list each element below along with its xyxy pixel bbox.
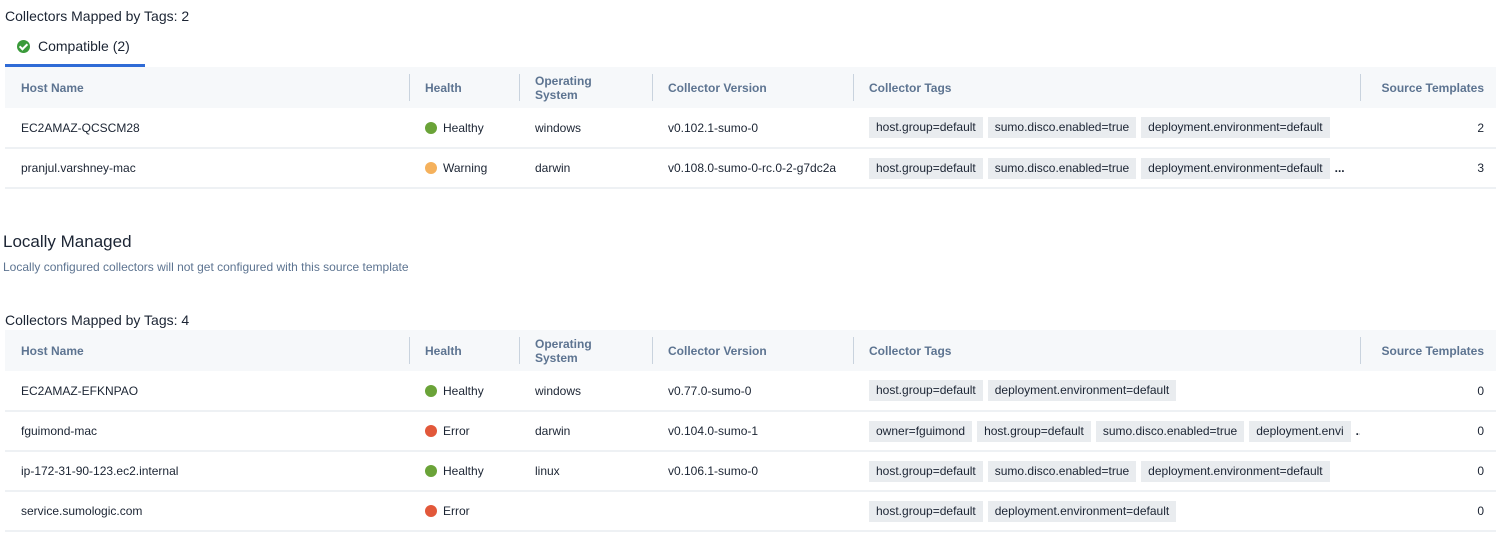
column-header-health[interactable]: Health (409, 67, 519, 108)
collector-version-cell: v0.104.0-sumo-1 (668, 424, 759, 438)
column-header-operating-system[interactable]: Operating System (519, 330, 652, 371)
collector-tag: host.group=default (869, 380, 983, 401)
health-status-dot-icon (425, 162, 437, 174)
table-row[interactable]: EC2AMAZ-QCSCM28 Healthy windows v0.102.1-su… (5, 108, 1496, 148)
health-cell: Healthy (409, 108, 519, 148)
column-header-source-templates[interactable]: Source Templates (1360, 67, 1496, 108)
health-status-dot-icon (425, 384, 437, 397)
more-tags-indicator[interactable]: ... (1356, 424, 1360, 438)
collector-tags-cell: host.group=default sumo.disco.enabled=tru… (853, 148, 1360, 188)
collector-tag: host.group=default (869, 117, 983, 138)
health-label: Healthy (443, 120, 484, 135)
host-name-cell: pranjul.varshney-mac (21, 161, 136, 175)
collector-tag: sumo.disco.enabled=true (987, 117, 1137, 138)
table-row[interactable]: fguimond-mac Error darwin v0.104.0-sumo-1 ow… (5, 411, 1496, 451)
column-header-health[interactable]: Health (409, 330, 519, 371)
collector-tag: deployment.envi (1249, 420, 1351, 442)
source-templates-cell: 3 (1477, 161, 1484, 175)
locally-managed-description: Locally configured collectors will not g… (3, 260, 409, 274)
collector-tag: deployment.environment=default (1141, 157, 1330, 179)
collector-tags-cell: host.group=default deployment.environment… (853, 491, 1360, 531)
table-row[interactable]: pranjul.varshney-mac Warning darwin v0.108.… (5, 148, 1496, 188)
collector-tag: sumo.disco.enabled=true (987, 460, 1137, 482)
collector-tag: host.group=default (869, 460, 983, 482)
collector-tags-cell: host.group=default deployment.environment… (853, 371, 1360, 411)
source-templates-cell: 2 (1477, 120, 1484, 135)
os-cell: windows (535, 383, 582, 398)
table-row[interactable]: service.sumologic.com Error host.group=def… (5, 491, 1496, 531)
health-label: Healthy (443, 383, 484, 398)
table-header-row: Host Name Health Operating System Collec… (5, 67, 1496, 108)
health-cell: Error (409, 491, 519, 531)
compatible-section-title: Collectors Mapped by Tags: 2 (5, 8, 190, 24)
collector-tag: host.group=default (977, 420, 1091, 442)
collector-version-cell: v0.106.1-sumo-0 (668, 464, 759, 478)
host-name-cell: fguimond-mac (21, 424, 98, 438)
health-cell: Healthy (409, 451, 519, 491)
os-cell: linux (535, 464, 560, 478)
health-label: Error (443, 504, 470, 518)
source-templates-cell: 0 (1477, 424, 1484, 438)
host-name-cell: service.sumologic.com (21, 504, 143, 518)
source-templates-cell: 0 (1477, 383, 1484, 398)
collector-version-cell: v0.108.0-sumo-0-rc.0-2-g7dc2a (668, 161, 837, 175)
health-status-dot-icon (425, 121, 437, 134)
table-header-row: Host Name Health Operating System Collec… (5, 330, 1496, 371)
os-cell: windows (535, 120, 582, 135)
os-cell (519, 491, 652, 531)
health-cell: Warning (409, 148, 519, 188)
collector-tag: sumo.disco.enabled=true (1095, 420, 1245, 442)
health-label: Healthy (443, 464, 484, 478)
compatible-collectors-table: Host Name Health Operating System Collec… (5, 67, 1496, 189)
more-tags-indicator[interactable]: ... (1335, 161, 1345, 175)
collector-tag: deployment.environment=default (987, 500, 1177, 522)
host-name-cell: EC2AMAZ-QCSCM28 (21, 120, 140, 135)
collector-tags-cell: host.group=default sumo.disco.enabled=tru… (853, 451, 1360, 491)
source-templates-cell: 0 (1477, 464, 1484, 478)
collector-tag: host.group=default (869, 500, 983, 522)
column-header-source-templates[interactable]: Source Templates (1360, 330, 1496, 371)
tab-compatible-label: Compatible (2) (38, 38, 130, 54)
host-name-cell: EC2AMAZ-EFKNPAO (21, 383, 139, 398)
health-label: Warning (443, 161, 488, 175)
local-collectors-table: Host Name Health Operating System Collec… (5, 330, 1496, 532)
collector-tag: deployment.environment=default (1141, 460, 1330, 482)
collector-tags-cell: owner=fguimond host.group=default sumo.dis… (853, 411, 1360, 451)
health-status-dot-icon (425, 505, 437, 517)
column-header-collector-version[interactable]: Collector Version (652, 330, 853, 371)
collector-version-cell (652, 491, 853, 531)
collector-tag: deployment.environment=default (1141, 117, 1330, 138)
collector-tags-cell: host.group=default sumo.disco.enabled=tru… (853, 108, 1360, 148)
tab-compatible[interactable]: Compatible (2) (5, 36, 145, 67)
host-name-cell: ip-172-31-90-123.ec2.internal (21, 464, 179, 478)
collector-version-cell: v0.77.0-sumo-0 (668, 383, 752, 398)
column-header-collector-tags[interactable]: Collector Tags (853, 67, 1360, 108)
collector-tag: host.group=default (869, 157, 983, 179)
column-header-collector-version[interactable]: Collector Version (652, 67, 853, 108)
table-row[interactable]: EC2AMAZ-EFKNPAO Healthy windows v0.77.0-sum… (5, 371, 1496, 411)
collector-tag: sumo.disco.enabled=true (987, 157, 1137, 179)
column-header-host-name[interactable]: Host Name (5, 330, 409, 371)
health-status-dot-icon (425, 465, 437, 477)
column-header-host-name[interactable]: Host Name (5, 67, 409, 108)
column-header-operating-system[interactable]: Operating System (519, 67, 652, 108)
local-section-title: Collectors Mapped by Tags: 4 (5, 312, 190, 328)
health-cell: Healthy (409, 371, 519, 411)
table-row[interactable]: ip-172-31-90-123.ec2.internal Healthy linu… (5, 451, 1496, 491)
collector-tag: owner=fguimond (869, 420, 973, 442)
column-header-collector-tags[interactable]: Collector Tags (853, 330, 1360, 371)
health-status-dot-icon (425, 425, 437, 437)
os-cell: darwin (535, 161, 571, 175)
health-cell: Error (409, 411, 519, 451)
source-templates-cell: 0 (1477, 504, 1484, 518)
os-cell: darwin (535, 424, 571, 438)
health-label: Error (443, 424, 470, 438)
collector-version-cell: v0.102.1-sumo-0 (668, 120, 759, 135)
check-circle-icon (17, 40, 30, 53)
collector-tag: deployment.environment=default (987, 380, 1177, 401)
locally-managed-title: Locally Managed (3, 232, 132, 251)
